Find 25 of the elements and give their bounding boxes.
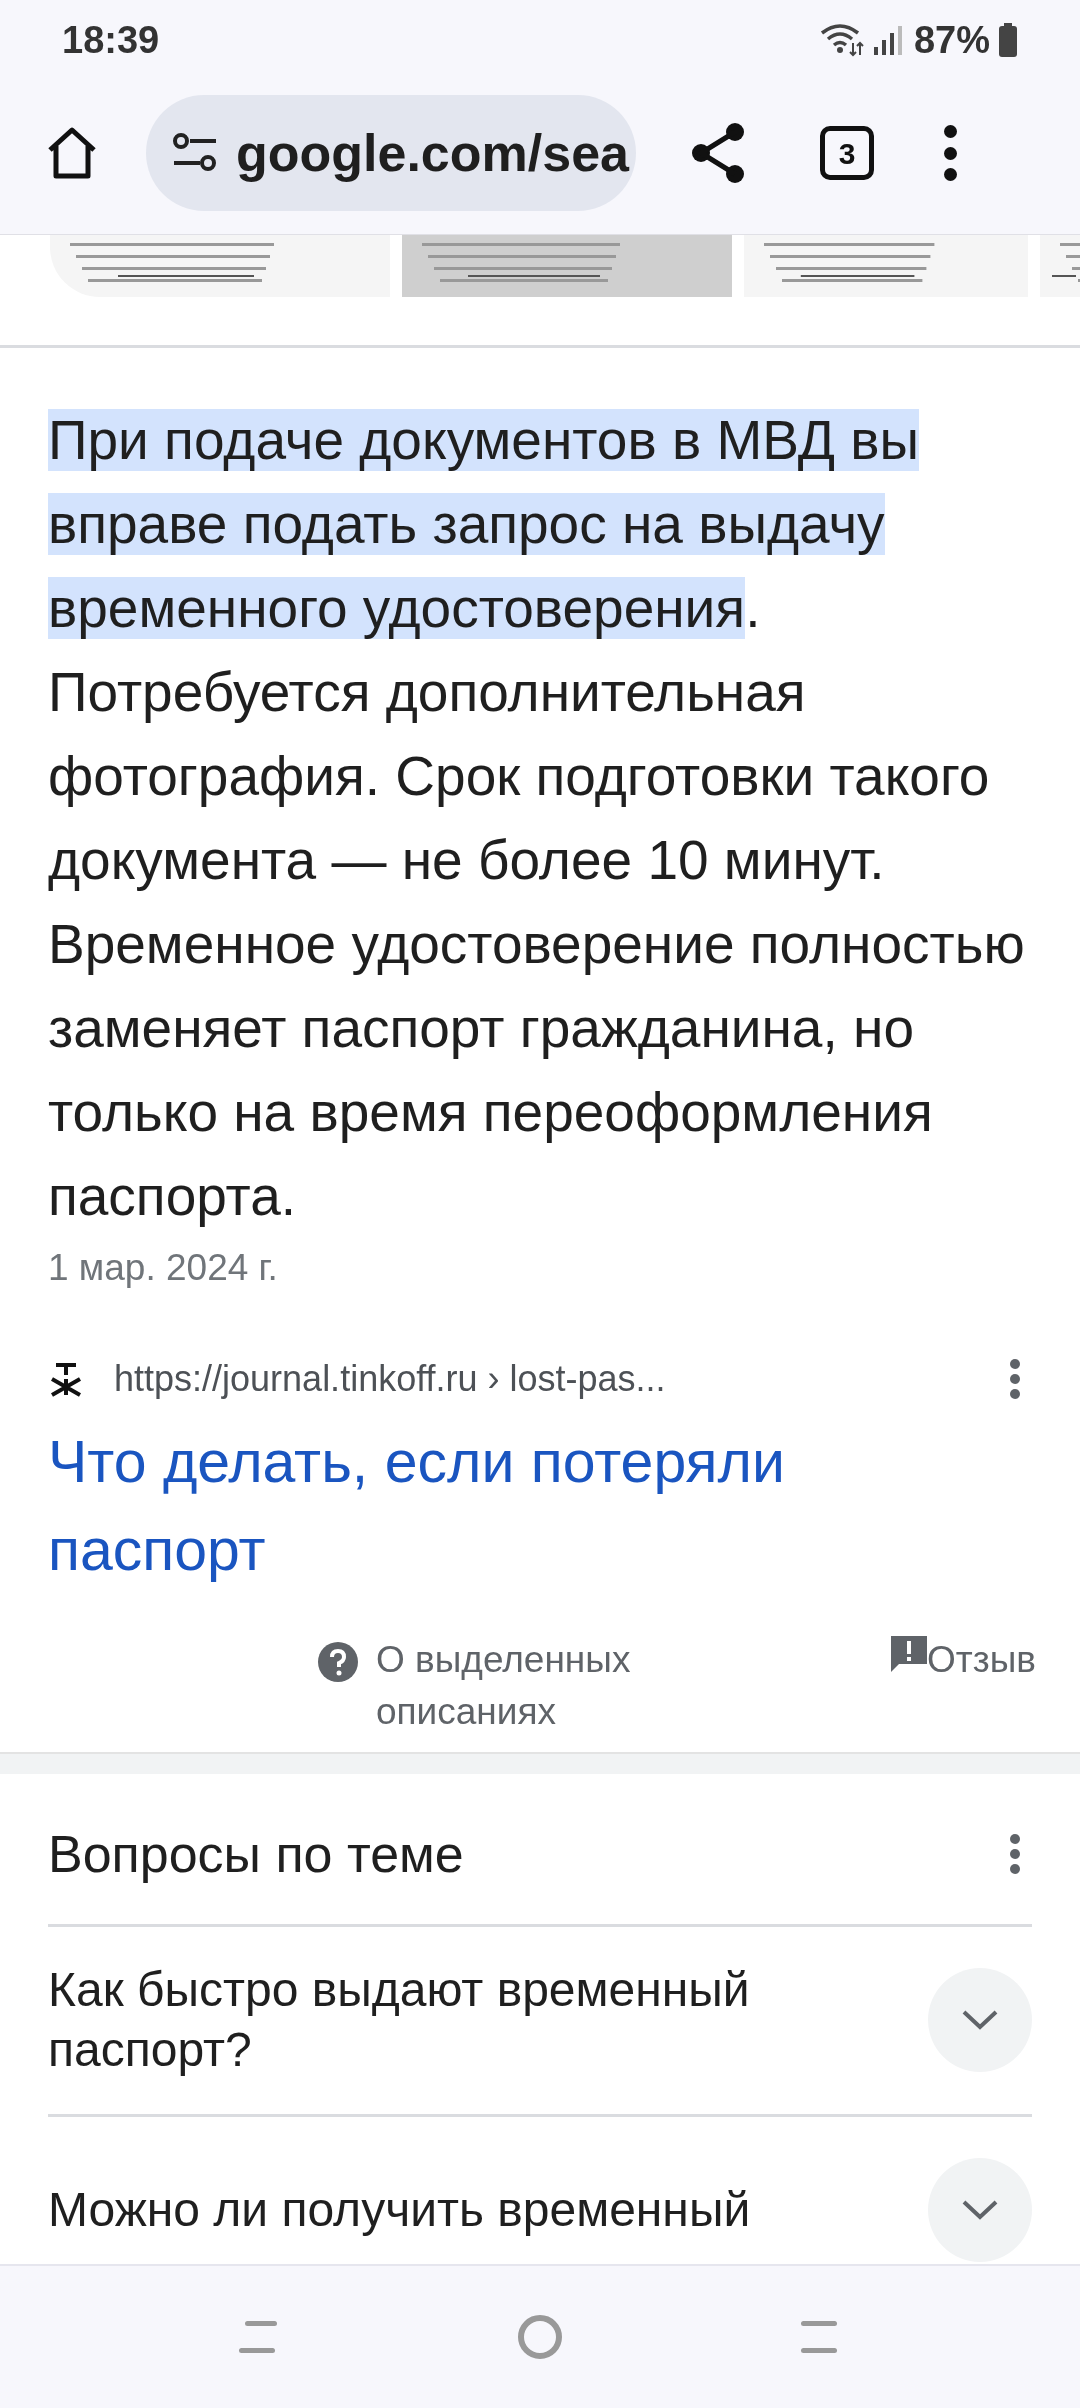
battery-icon [998,23,1018,57]
date-text: 1 мар. 2024 г. [48,1246,279,1290]
address-bar[interactable]: google.com/sea [146,95,636,211]
help-icon [318,1641,358,1682]
about-snippets-link[interactable]: О выделенных описаниях [376,1633,676,1738]
wifi-icon [819,23,864,57]
home-nav-button[interactable] [518,2315,562,2359]
clock: 18:39 [62,17,160,63]
snippet-text: При подаче документов в МВД вы вправе подать запрос на выдачу временного удостоверения. Потребуется дополнительная фотография. Срок подготовки такого документа — не более 10 минут. Временное удостоверение полностью заменяет паспорт гражданина, но только на время переоформления паспорта. [48,408,1026,1229]
tab-count-button[interactable]: 3 [820,126,874,180]
site-favicon-icon [48,1360,84,1397]
chevron-down-icon [960,2198,1000,2222]
question-text[interactable]: Можно ли получить временный [48,2180,868,2240]
section-title: Вопросы по теме [48,1823,464,1885]
more-options-button[interactable] [1008,1833,1022,1874]
question-text[interactable]: Как быстро выдают временный паспорт? [48,1960,868,2080]
signal-icon [871,25,902,55]
chevron-down-icon [960,2008,1000,2032]
battery-percentage: 87% [913,17,990,63]
feedback-link[interactable]: Отзыв [891,1633,1036,1686]
source-url[interactable]: https://journal.tinkoff.ru › lost-pas... [114,1351,666,1406]
more-options-button[interactable] [1008,1358,1022,1399]
feedback-icon [891,1635,928,1674]
site-settings-icon [172,133,218,173]
result-link[interactable]: Что делать, если потеряли паспорт [48,1417,928,1594]
